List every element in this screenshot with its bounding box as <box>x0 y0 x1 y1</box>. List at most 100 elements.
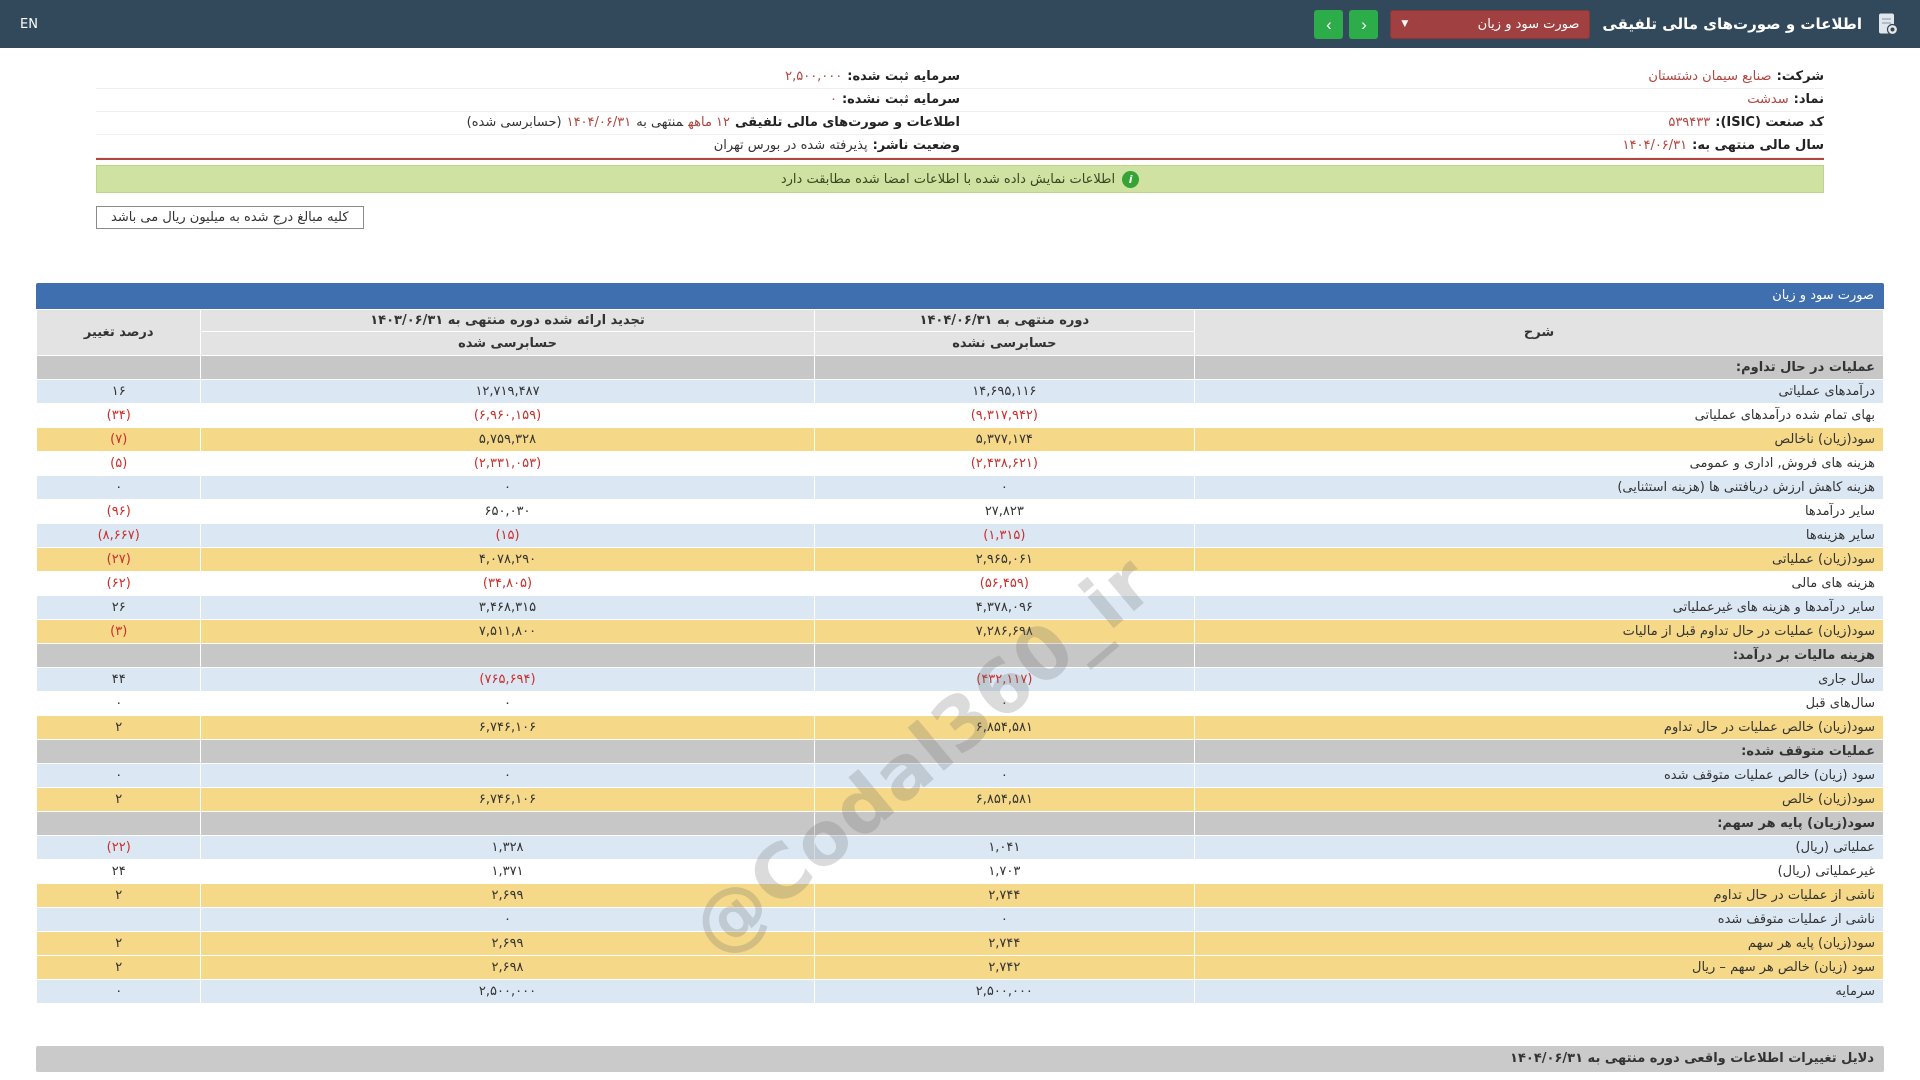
percent-change-cell: ۲ <box>35 955 202 980</box>
table-row: سود(زیان) ناخالص ۵,۳۷۷,۱۷۴ ۵,۷۵۹,۳۲۸ (۷) <box>35 427 1884 452</box>
current-period-cell: ۰ <box>813 475 1196 500</box>
info-value: ۵۳۹۴۳۳ <box>1668 115 1711 130</box>
description-cell: هزینه کاهش ارزش دریافتنی ها (هزینه استثن… <box>1194 475 1884 500</box>
info-value: صنایع سیمان دشتستان <box>1648 69 1772 84</box>
signature-match-text: اطلاعات نمایش داده شده با اطلاعات امضا ش… <box>780 171 1116 187</box>
description-cell: عملیاتی (ریال) <box>1194 835 1884 860</box>
info-label: سرمایه ثبت نشده: <box>841 92 960 107</box>
table-row: هزینه های فروش, اداری و عمومی (۲,۴۳۸,۶۲۱)… <box>35 451 1884 476</box>
info-label: سرمایه ثبت شده: <box>847 69 960 84</box>
percent-change-cell: ۲۶ <box>35 595 202 620</box>
prior-period-cell <box>200 739 815 764</box>
financial-report-icon <box>1874 11 1900 37</box>
percent-change-cell: ۰ <box>35 475 202 500</box>
percent-change-cell: ۲ <box>35 931 202 956</box>
prior-period-cell: (۲,۳۳۱,۰۵۳) <box>200 451 815 476</box>
percent-change-cell: ۲ <box>35 715 202 740</box>
current-period-cell: (۲,۴۳۸,۶۲۱) <box>813 451 1196 476</box>
percent-change-cell: (۹۶) <box>35 499 202 524</box>
changes-reasons-header[interactable]: دلایل تغییرات اطلاعات واقعی دوره منتهی ب… <box>36 1046 1884 1072</box>
description-cell: سود(زیان) خالص <box>1194 787 1884 812</box>
prior-period-cell: ۶,۷۴۶,۱۰۶ <box>200 787 815 812</box>
chevron-down-icon: ▼ <box>1401 19 1409 29</box>
info-label: کد صنعت (ISIC): <box>1715 115 1824 130</box>
info-value: ۰ <box>829 92 837 107</box>
prior-period-cell: ۰ <box>200 691 815 716</box>
description-cell: غیرعملیاتی (ریال) <box>1194 859 1884 884</box>
description-cell: سایر درآمدها و هزینه های غیرعملیاتی <box>1194 595 1884 620</box>
info-label: سال مالی منتهی به: <box>1692 138 1824 153</box>
prior-period-cell: ۵,۷۵۹,۳۲۸ <box>200 427 815 452</box>
table-section-row: عملیات در حال تداوم: <box>35 355 1884 380</box>
percent-change-cell: ۲۴ <box>35 859 202 884</box>
table-row: سود(زیان) پایه هر سهم ۲,۷۴۴ ۲,۶۹۹ ۲ <box>35 931 1884 956</box>
current-period-cell: ۲,۷۴۴ <box>813 883 1196 908</box>
table-section-row: سود(زیان) پایه هر سهم: <box>35 811 1884 836</box>
table-row: سود(زیان) عملیات در حال تداوم قبل از مال… <box>35 619 1884 644</box>
percent-change-cell: ۰ <box>35 979 202 1004</box>
prior-period-cell: ۰ <box>200 763 815 788</box>
prior-period-cell: ۶,۷۴۶,۱۰۶ <box>200 715 815 740</box>
prior-period-cell <box>200 355 815 380</box>
prior-period-cell: ۲,۶۹۸ <box>200 955 815 980</box>
next-statement-button[interactable]: › <box>1314 9 1344 39</box>
table-row: هزینه های مالی (۵۶,۴۵۹) (۳۴,۸۰۵) (۶۲) <box>35 571 1884 596</box>
current-period-cell: ۲۷,۸۲۳ <box>813 499 1196 524</box>
current-period-cell: ۴,۳۷۸,۰۹۶ <box>813 595 1196 620</box>
table-row: سایر هزینه‌ها (۱,۳۱۵) (۱۵) (۸,۶۶۷) <box>35 523 1884 548</box>
table-row: درآمدهای عملیاتی ۱۴,۶۹۵,۱۱۶ ۱۲,۷۱۹,۴۸۷ ۱۶ <box>35 379 1884 404</box>
description-cell: سود(زیان) عملیاتی <box>1194 547 1884 572</box>
description-cell: بهای تمام شده درآمدهای عملیاتی <box>1194 403 1884 428</box>
prior-period-cell: (۷۶۵,۶۹۴) <box>200 667 815 692</box>
current-period-cell: ۰ <box>813 763 1196 788</box>
percent-change-cell <box>35 811 202 836</box>
table-row: سایر درآمدها ۲۷,۸۲۳ ۶۵۰,۰۳۰ (۹۶) <box>35 499 1884 524</box>
prior-period-cell: ۳,۴۶۸,۳۱۵ <box>200 595 815 620</box>
info-value: ۱۴۰۴/۰۶/۳۱ <box>566 115 632 130</box>
language-toggle-en[interactable]: EN <box>20 17 38 32</box>
percent-change-cell: (۷) <box>35 427 202 452</box>
current-period-cell: ۷,۲۸۶,۶۹۸ <box>813 619 1196 644</box>
statement-type-select[interactable]: صورت سود و زیان ▼ <box>1390 9 1591 39</box>
info-row: سرمایه ثبت شده: ۲,۵۰۰,۰۰۰ <box>96 66 960 89</box>
current-period-cell: (۹,۳۱۷,۹۴۲) <box>813 403 1196 428</box>
page-title: اطلاعات و صورت‌های مالی تلفیقی <box>1602 15 1862 33</box>
prior-period-cell: ۱,۳۲۸ <box>200 835 815 860</box>
table-row: عملیاتی (ریال) ۱,۰۴۱ ۱,۳۲۸ (۲۲) <box>35 835 1884 860</box>
description-cell: سایر هزینه‌ها <box>1194 523 1884 548</box>
percent-change-cell: ۲ <box>35 883 202 908</box>
current-period-cell <box>813 739 1196 764</box>
header-percent-change: درصد تغییر <box>35 309 202 356</box>
company-info-col-left: سرمایه ثبت شده: ۲,۵۰۰,۰۰۰ سرمایه ثبت نشده:… <box>96 66 960 158</box>
current-period-cell <box>813 811 1196 836</box>
percent-change-cell: (۵) <box>35 451 202 476</box>
table-row: سایر درآمدها و هزینه های غیرعملیاتی ۴,۳۷۸… <box>35 595 1884 620</box>
current-period-cell: ۲,۵۰۰,۰۰۰ <box>813 979 1196 1004</box>
table-row: ناشی از عملیات در حال تداوم ۲,۷۴۴ ۲,۶۹۹ ۲ <box>35 883 1884 908</box>
info-row: نماد: سدشت <box>960 89 1824 112</box>
percent-change-cell <box>35 739 202 764</box>
current-period-cell: (۱,۳۱۵) <box>813 523 1196 548</box>
info-row: وضعیت ناشر: پذیرفته شده در بورس تهران <box>96 135 960 158</box>
info-row: اطلاعات و صورت‌های مالی تلفیقی ۱۲ ماهه منت… <box>96 112 960 135</box>
previous-statement-button[interactable]: ‹ <box>1349 9 1379 39</box>
percent-change-cell: (۲۲) <box>35 835 202 860</box>
description-cell: عملیات در حال تداوم: <box>1194 355 1884 380</box>
percent-change-cell: ۱۶ <box>35 379 202 404</box>
prior-period-cell: (۱۵) <box>200 523 815 548</box>
header-prior-period: تجدید ارائه شده دوره منتهی به ۱۴۰۳/۰۶/۳۱ <box>200 309 815 332</box>
current-period-cell: ۱,۰۴۱ <box>813 835 1196 860</box>
info-value: پذیرفته شده در بورس تهران <box>713 138 868 153</box>
percent-change-cell <box>35 355 202 380</box>
unit-note-wrap: کلیه مبالغ درج شده به میلیون ریال می باش… <box>0 193 1920 229</box>
description-cell: سود (زیان) خالص عملیات متوقف شده <box>1194 763 1884 788</box>
statement-table-title: صورت سود و زیان <box>36 283 1884 309</box>
percent-change-cell: ۲ <box>35 787 202 812</box>
current-period-cell: ۲,۹۶۵,۰۶۱ <box>813 547 1196 572</box>
prior-period-cell: ۲,۶۹۹ <box>200 931 815 956</box>
description-cell: سود(زیان) خالص عملیات در حال تداوم <box>1194 715 1884 740</box>
current-period-cell: ۰ <box>813 907 1196 932</box>
table-row: غیرعملیاتی (ریال) ۱,۷۰۳ ۱,۳۷۱ ۲۴ <box>35 859 1884 884</box>
table-section-row: عملیات متوقف شده: <box>35 739 1884 764</box>
table-row: سود (زیان) خالص عملیات متوقف شده ۰ ۰ ۰ <box>35 763 1884 788</box>
